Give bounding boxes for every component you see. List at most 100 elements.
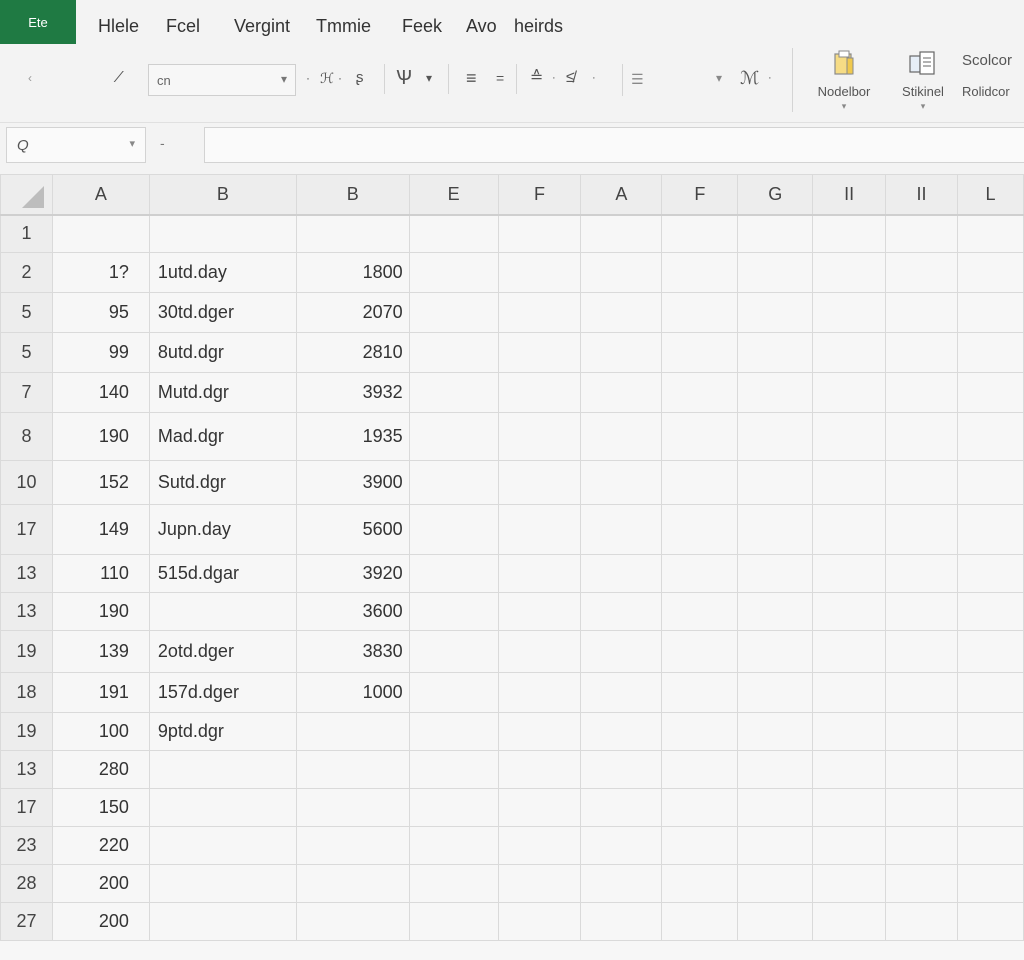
cell[interactable] (661, 504, 739, 555)
undo-icon[interactable]: ‹ (28, 68, 32, 88)
cell[interactable] (148, 902, 297, 941)
cell[interactable] (956, 332, 1024, 373)
cell[interactable] (737, 504, 814, 555)
cell[interactable]: 1utd.day (148, 252, 297, 293)
cell[interactable] (737, 292, 814, 333)
cell[interactable]: 100 (51, 712, 150, 751)
cell[interactable] (956, 372, 1024, 413)
cell[interactable] (737, 592, 814, 631)
cell[interactable] (408, 504, 499, 555)
cell[interactable]: 3830 (295, 630, 410, 673)
cell[interactable] (956, 460, 1024, 505)
cell[interactable] (148, 750, 297, 789)
cell[interactable] (580, 460, 663, 505)
row-header[interactable]: 18 (0, 672, 53, 713)
cell[interactable] (812, 592, 887, 631)
cell[interactable]: 3900 (295, 460, 410, 505)
column-header[interactable]: G (737, 174, 814, 216)
cell[interactable] (956, 554, 1024, 593)
cell[interactable] (812, 672, 887, 713)
cell[interactable] (737, 460, 814, 505)
cell[interactable] (737, 554, 814, 593)
cell[interactable] (885, 252, 958, 293)
align-left-icon[interactable]: ≡ (466, 68, 477, 88)
cell[interactable] (580, 712, 663, 751)
cell[interactable] (497, 460, 582, 505)
cell[interactable] (580, 372, 663, 413)
cell[interactable] (661, 554, 739, 593)
cell[interactable] (661, 292, 739, 333)
cell[interactable]: Jupn.day (148, 504, 297, 555)
cell[interactable]: 515d.dgar (148, 554, 297, 593)
cell[interactable] (580, 252, 663, 293)
cell[interactable] (812, 826, 887, 865)
cell[interactable] (737, 750, 814, 789)
menu-page-layout[interactable]: Vergint (234, 16, 290, 37)
cell[interactable] (148, 826, 297, 865)
cell[interactable] (295, 712, 410, 751)
cell[interactable] (661, 864, 739, 903)
cell[interactable] (580, 554, 663, 593)
cell[interactable] (956, 214, 1024, 253)
cell[interactable] (580, 592, 663, 631)
row-header[interactable]: 10 (0, 460, 53, 505)
cell[interactable] (956, 826, 1024, 865)
cell[interactable]: Sutd.dgr (148, 460, 297, 505)
cell[interactable] (497, 412, 582, 461)
row-header[interactable]: 2 (0, 252, 53, 293)
cell[interactable] (661, 460, 739, 505)
cell[interactable]: 99 (51, 332, 150, 373)
cell[interactable] (580, 864, 663, 903)
cell[interactable] (295, 214, 410, 253)
cell[interactable] (812, 864, 887, 903)
row-header[interactable]: 23 (0, 826, 53, 865)
cell[interactable] (661, 712, 739, 751)
menu-data[interactable]: Feek (402, 16, 442, 37)
cell[interactable] (812, 788, 887, 827)
cell[interactable] (497, 214, 582, 253)
cell[interactable] (885, 750, 958, 789)
ribbon-big-button-3[interactable]: Scolcor Rolidcor (962, 48, 1024, 99)
cell[interactable] (661, 826, 739, 865)
cell[interactable] (737, 672, 814, 713)
cell[interactable]: 150 (51, 788, 150, 827)
cell[interactable] (408, 292, 499, 333)
cell[interactable]: 8utd.dgr (148, 332, 297, 373)
cell[interactable] (956, 504, 1024, 555)
cell[interactable] (408, 826, 499, 865)
cell[interactable] (497, 252, 582, 293)
cell[interactable] (295, 902, 410, 941)
cell[interactable] (885, 412, 958, 461)
cell[interactable] (812, 630, 887, 673)
cell[interactable]: 200 (51, 864, 150, 903)
chevron-down-icon[interactable]: ▾ (426, 68, 432, 88)
cell[interactable] (885, 826, 958, 865)
cell[interactable] (148, 788, 297, 827)
cell[interactable]: 2070 (295, 292, 410, 333)
cell[interactable] (497, 864, 582, 903)
cell[interactable] (956, 902, 1024, 941)
strikethrough-icon[interactable]: ʂ (356, 68, 364, 88)
row-header[interactable]: 8 (0, 412, 53, 461)
cell[interactable]: Mad.dgr (148, 412, 297, 461)
cell[interactable] (295, 750, 410, 789)
cell[interactable] (737, 864, 814, 903)
number-format-select[interactable]: ☰ ▾ (622, 64, 726, 96)
cell[interactable] (497, 554, 582, 593)
row-header[interactable]: 13 (0, 554, 53, 593)
cell[interactable] (580, 788, 663, 827)
cell[interactable]: 9ptd.dgr (148, 712, 297, 751)
cell[interactable]: 200 (51, 902, 150, 941)
menu-review[interactable]: Avo (466, 16, 497, 37)
cell[interactable]: 140 (51, 372, 150, 413)
cell[interactable] (812, 902, 887, 941)
cell[interactable] (580, 826, 663, 865)
cell[interactable]: 152 (51, 460, 150, 505)
row-header[interactable]: 27 (0, 902, 53, 941)
cell[interactable] (885, 902, 958, 941)
cell[interactable] (580, 412, 663, 461)
cell[interactable] (661, 902, 739, 941)
cell[interactable]: 2810 (295, 332, 410, 373)
cell[interactable] (737, 826, 814, 865)
cell[interactable]: 95 (51, 292, 150, 333)
